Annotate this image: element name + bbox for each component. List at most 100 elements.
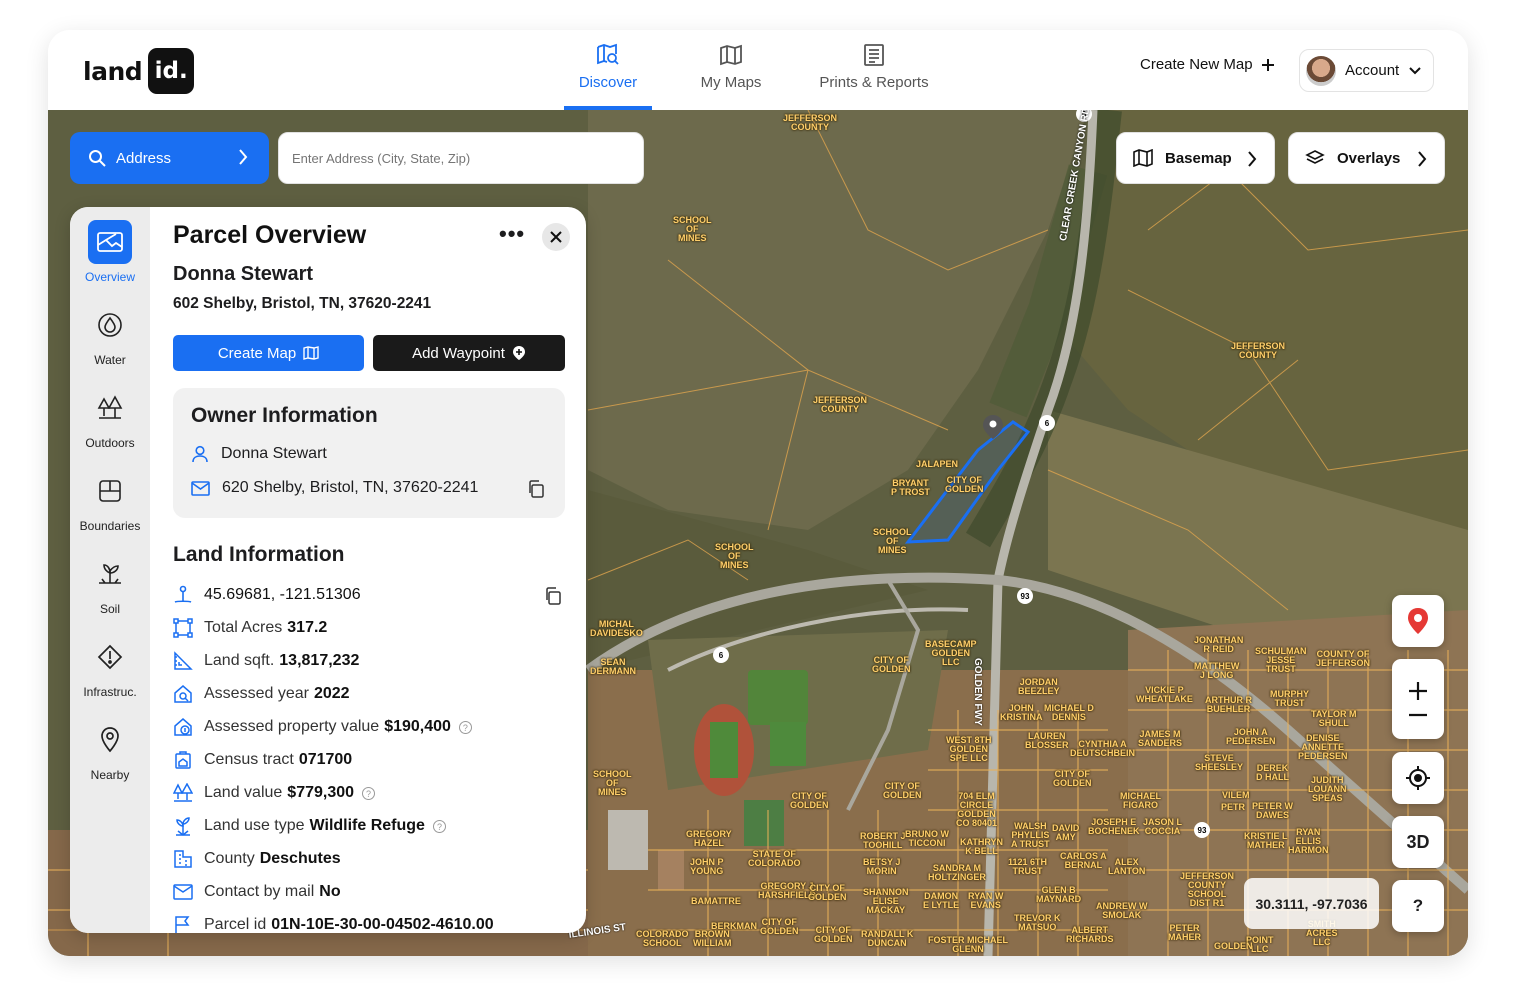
help-icon[interactable]: ? (458, 720, 472, 734)
trees-value-icon (173, 783, 193, 803)
land-info-row: Land use type Wildlife Refuge? (173, 816, 446, 836)
satellite-map[interactable]: 6 6 93 6 93 JEFFERSON COUNTY SCHOOL OF MI… (48, 110, 1468, 956)
drop-pin-button[interactable] (1392, 595, 1444, 647)
parcel-address: 602 Shelby, Bristol, TN, 37620-2241 (173, 295, 432, 312)
map-place-label: JOSEPH E BOCHENEK (1088, 817, 1140, 836)
help-button[interactable]: ? (1392, 880, 1444, 932)
account-label: Account (1345, 62, 1400, 79)
rail-item-infrastructure[interactable]: Infrastruc. (70, 635, 150, 699)
zoom-in-icon[interactable] (1408, 681, 1428, 701)
map-place-label: 704 ELM CIRCLE GOLDEN CO 80401 (956, 791, 998, 828)
overlays-button[interactable]: Overlays (1288, 132, 1445, 184)
map-place-label: WEST 8TH GOLDEN SPE LLC (946, 735, 992, 763)
rail-item-overview[interactable]: Overview (70, 220, 150, 284)
map-place-label: JONATHAN R REID (1194, 635, 1244, 654)
land-info-value: No (319, 883, 341, 900)
map-place-label: DAVID AMY (1052, 823, 1080, 842)
logo-text: land (83, 56, 143, 86)
map-place-label: JUDITH LOUANN SPEAS (1308, 775, 1347, 803)
help-icon[interactable]: ? (362, 786, 376, 800)
map-place-label: BETSY J MORIN (863, 857, 901, 876)
ruler-icon (173, 651, 193, 671)
map-place-label: ARTHUR R BUEHLER (1205, 695, 1252, 714)
address-search-input[interactable] (278, 132, 644, 184)
map-place-label: GLEN B MAYNARD (1036, 885, 1082, 904)
rail-item-outdoors[interactable]: Outdoors (70, 386, 150, 450)
map-place-label: DAMON E LYTLE (923, 891, 960, 910)
overlays-label: Overlays (1337, 149, 1401, 167)
soil-icon-wrap (88, 552, 132, 596)
trees-icon-wrap (88, 386, 132, 430)
map-place-label: JEFFERSON COUNTY (1231, 341, 1286, 360)
land-coordinates: 45.69681, -121.51306 (204, 586, 361, 603)
map-place-label: SEAN DERMANN (590, 657, 636, 676)
map-place-label: SCHOOL OF MINES (873, 527, 912, 555)
map-place-label: COUNTY OF JEFFERSON (1316, 649, 1371, 668)
help-icon[interactable]: ? (432, 819, 446, 833)
mail-icon (173, 882, 193, 902)
locate-me-button[interactable] (1392, 752, 1444, 804)
land-coordinates-row: 45.69681, -121.51306 (173, 585, 361, 605)
add-waypoint-button[interactable]: Add Waypoint (373, 335, 565, 371)
land-info-label: Total Acres (204, 619, 283, 636)
owner-information-card: Owner Information Donna Stewart 620 Shel… (173, 388, 565, 518)
map-place-label: TREVOR K MATSUO (1014, 913, 1061, 932)
map-place-label: JASON L COCCIA (1143, 817, 1183, 836)
svg-text:93: 93 (1021, 592, 1030, 601)
map-place-label: ANDREW W SMOLAK (1096, 901, 1148, 920)
zoom-out-icon[interactable] (1408, 713, 1428, 717)
more-options-button[interactable]: ••• (499, 221, 525, 247)
map-place-label: PETER MAHER (1168, 923, 1201, 942)
map-place-label: FOSTER MICHAEL GLENN (928, 935, 1008, 954)
house-dollar-icon (173, 717, 193, 737)
create-new-map-button[interactable]: Create New Map (1140, 56, 1275, 73)
house-search-icon (173, 684, 193, 704)
copy-icon[interactable] (544, 587, 562, 605)
map-road-label: GOLDEN FWY (972, 658, 983, 726)
account-menu-button[interactable]: Account (1299, 49, 1434, 92)
tab-discover[interactable]: Discover (564, 30, 652, 110)
map-place-label: COLORADO SCHOOL (636, 929, 689, 948)
tab-prints-reports-label: Prints & Reports (819, 74, 929, 91)
map-place-label: GOLDEN (1214, 941, 1253, 951)
map-place-label: JORDAN BEEZLEY (1018, 677, 1060, 696)
map-place-label: TAYLOR M SHULL (1311, 709, 1357, 728)
map-place-label: WALSH PHYLLIS A TRUST (1011, 821, 1050, 849)
basemap-label: Basemap (1165, 149, 1232, 167)
location-pin-icon (1408, 608, 1428, 634)
plus-icon (1261, 58, 1274, 71)
create-map-button[interactable]: Create Map (173, 335, 364, 371)
chevron-right-icon (1248, 151, 1257, 167)
rail-item-boundaries[interactable]: Boundaries (70, 469, 150, 533)
land-info-label: Parcel id (204, 916, 267, 933)
map-place-label: JALAPEN (916, 459, 959, 469)
map-place-label: JOHN A PEDERSEN (1226, 727, 1276, 746)
rail-item-soil[interactable]: Soil (70, 552, 150, 616)
address-search-mode-button[interactable]: Address (70, 132, 269, 184)
census-icon (173, 750, 193, 770)
land-info-label: Land value (204, 784, 283, 801)
water-icon-wrap (88, 303, 132, 347)
map-place-label: JEFFERSON COUNTY (783, 113, 838, 132)
rail-item-water[interactable]: Water (70, 303, 150, 367)
tab-prints-reports[interactable]: Prints & Reports (810, 30, 938, 110)
map-place-label: JOHN KRISTINA (1000, 703, 1043, 722)
main-nav: Discover My Maps Prints & Reports (564, 30, 938, 110)
basemap-button[interactable]: Basemap (1116, 132, 1275, 184)
close-icon (550, 231, 562, 243)
copy-icon[interactable] (527, 480, 545, 498)
owner-info-name: Donna Stewart (221, 445, 327, 462)
map-place-label: MURPHY TRUST (1270, 689, 1310, 708)
3d-toggle-button[interactable]: 3D (1392, 816, 1444, 868)
rail-item-nearby[interactable]: Nearby (70, 718, 150, 782)
map-place-label: ROBERT J TOOHILL (860, 831, 906, 850)
landid-logo[interactable]: land id. (83, 48, 195, 94)
owner-mailing-address-row: 620 Shelby, Bristol, TN, 37620-2241 (191, 479, 478, 497)
top-navigation-bar: land id. Discover My Maps Prints & Repor… (48, 30, 1468, 110)
parcel-overview-panel: Overview Water Outdoors Boundaries Soil … (70, 207, 586, 933)
land-info-value: 01N-10E-30-00-04502-4610.00 (271, 916, 494, 933)
tab-my-maps[interactable]: My Maps (652, 30, 810, 110)
county-icon (173, 849, 193, 869)
close-panel-button[interactable] (542, 223, 570, 251)
map-place-label: VICKIE P WHEATLAKE (1136, 685, 1193, 704)
